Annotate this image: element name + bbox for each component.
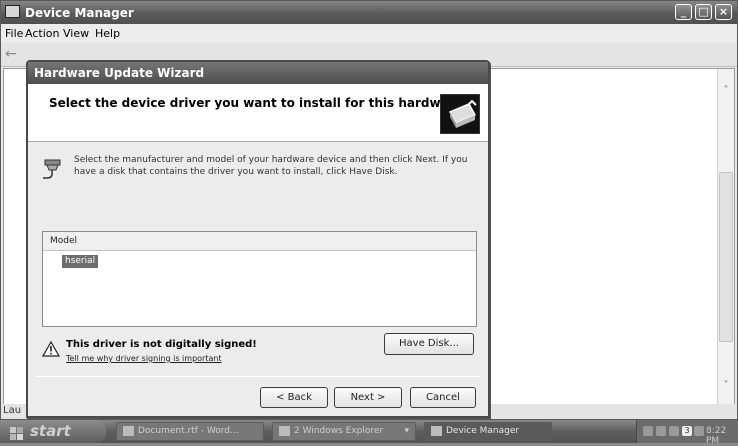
instruction-text: Select the manufacturer and model of you… (74, 155, 468, 177)
clock[interactable]: 8:22 PM (706, 426, 738, 446)
hardware-wizard-icon (440, 94, 480, 134)
windows-logo-icon (10, 425, 23, 440)
scroll-up-icon[interactable]: ˄ (718, 83, 734, 99)
have-disk-button[interactable]: Have Disk... (384, 333, 474, 355)
folder-icon (279, 425, 290, 436)
menu-action[interactable]: Action (25, 27, 59, 40)
taskbar-item-word[interactable]: Document.rtf - Word... (116, 422, 264, 441)
start-label: start (30, 422, 71, 440)
window-title: Device Manager (25, 6, 134, 20)
wizard-heading: Select the device driver you want to ins… (49, 96, 468, 110)
model-list[interactable]: Model hserial (42, 231, 477, 327)
volume-icon[interactable] (656, 426, 666, 436)
cancel-button[interactable]: Cancel (410, 387, 476, 408)
network-icon[interactable] (643, 426, 653, 436)
status-text: Lau (3, 405, 22, 416)
vertical-scrollbar[interactable]: ˄ ˅ (717, 69, 734, 404)
system-tray: 3 8:22 PM (636, 420, 738, 446)
back-button[interactable]: < Back (260, 387, 328, 408)
menu-view[interactable]: View (63, 27, 89, 40)
model-column-header[interactable]: Model (43, 232, 476, 251)
maximize-button[interactable]: □ (695, 4, 712, 20)
minimize-button[interactable]: _ (675, 4, 692, 20)
unsigned-driver-warning: This driver is not digitally signed! (66, 339, 257, 350)
wizard-title: Hardware Update Wizard (34, 66, 205, 80)
security-icon[interactable] (669, 426, 679, 436)
wizard-body: Select the manufacturer and model of you… (28, 143, 488, 418)
language-icon[interactable] (694, 426, 704, 436)
word-document-icon (123, 425, 134, 436)
tray-badge[interactable]: 3 (682, 426, 692, 436)
wizard-header: Select the device driver you want to ins… (28, 84, 488, 142)
taskbar-item-device-manager[interactable]: Device Manager (424, 422, 552, 441)
hardware-device-icon (42, 156, 64, 180)
wizard-title-bar[interactable]: Hardware Update Wizard (28, 62, 488, 84)
title-bar[interactable]: Device Manager _ □ × (1, 1, 737, 24)
menu-file[interactable]: File (5, 27, 23, 40)
menu-bar: File Action View Help (1, 24, 737, 43)
taskbar: start Document.rtf - Word... 2 Windows E… (0, 420, 738, 446)
close-button[interactable]: × (715, 4, 732, 20)
chevron-down-icon: ▾ (404, 426, 409, 436)
start-button[interactable]: start (0, 420, 106, 443)
device-manager-icon (431, 425, 442, 436)
hardware-update-wizard: Hardware Update Wizard Select the device… (26, 60, 490, 418)
next-button[interactable]: Next > (334, 387, 402, 408)
scroll-thumb[interactable] (719, 172, 733, 342)
driver-signing-link[interactable]: Tell me why driver signing is important (66, 354, 222, 363)
taskbar-item-explorer[interactable]: 2 Windows Explorer ▾ (272, 422, 416, 441)
warning-triangle-icon (41, 340, 61, 357)
back-arrow-icon[interactable]: ← (5, 46, 17, 62)
wizard-divider (36, 376, 480, 377)
device-manager-icon (5, 5, 20, 18)
model-list-item[interactable]: hserial (62, 255, 99, 268)
menu-help[interactable]: Help (95, 27, 120, 40)
scroll-down-icon[interactable]: ˅ (718, 378, 734, 394)
